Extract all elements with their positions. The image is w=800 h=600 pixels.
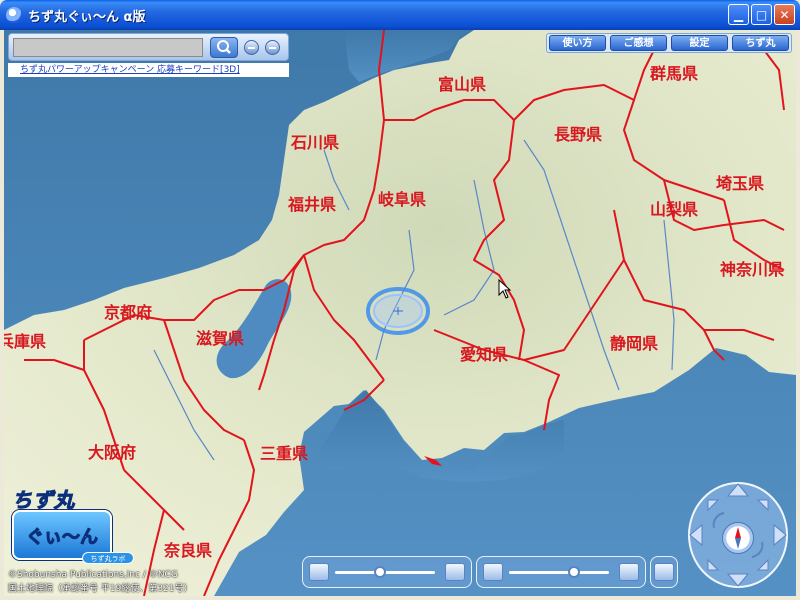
pref-label-ishikawa[interactable]: 石川県 bbox=[290, 133, 339, 152]
menu-button-feedback[interactable]: ご感想 bbox=[610, 35, 667, 51]
pan-down-right-icon[interactable] bbox=[756, 558, 769, 571]
slider-track-zoom[interactable] bbox=[509, 571, 609, 574]
credits-line-2: 国土地理院（承認番号 平19総使、第321号） bbox=[8, 584, 193, 594]
close-icon: ✕ bbox=[779, 7, 790, 22]
north-button-panel bbox=[650, 556, 678, 588]
zoom-out-button[interactable] bbox=[244, 40, 259, 55]
promo-link[interactable]: ちず丸パワーアップキャンペーン 応募キーワード[3D] bbox=[8, 63, 289, 77]
north-reset-icon[interactable] bbox=[654, 563, 674, 581]
slider-panel-tilt bbox=[302, 556, 472, 588]
zoom-in-map-icon[interactable] bbox=[483, 563, 503, 581]
menu-button-howto[interactable]: 使い方 bbox=[549, 35, 606, 51]
mouse-cursor-icon bbox=[498, 279, 512, 299]
minus-icon bbox=[248, 46, 255, 49]
pan-left-icon[interactable] bbox=[689, 523, 703, 547]
search-input[interactable] bbox=[13, 38, 203, 57]
navigation-pad bbox=[684, 478, 792, 592]
slider-thumb-zoom[interactable] bbox=[568, 566, 580, 578]
pref-label-toyama[interactable]: 富山県 bbox=[438, 75, 486, 94]
logo-text: ちず丸 bbox=[12, 488, 75, 513]
pref-label-gifu[interactable]: 岐阜県 bbox=[378, 190, 426, 209]
pref-label-saitama[interactable]: 埼玉県 bbox=[716, 174, 764, 193]
window-controls: ▁ □ ✕ bbox=[728, 4, 795, 25]
pref-label-shiga[interactable]: 滋賀県 bbox=[196, 329, 244, 348]
pref-label-osaka[interactable]: 大阪府 bbox=[88, 443, 136, 462]
compass-needle-icon bbox=[735, 527, 741, 549]
pref-label-shizuoka[interactable]: 静岡県 bbox=[610, 334, 658, 353]
title-bar[interactable]: ちず丸ぐぃ〜ん α版 ▁ □ ✕ bbox=[0, 0, 800, 30]
pan-up-left-icon[interactable] bbox=[707, 499, 720, 512]
menu-button-settings[interactable]: 設定 bbox=[671, 35, 728, 51]
pref-label-mie[interactable]: 三重県 bbox=[260, 444, 308, 463]
app-icon bbox=[6, 7, 22, 23]
magnifier-icon bbox=[217, 40, 231, 54]
pref-label-fukui[interactable]: 福井県 bbox=[287, 195, 336, 214]
pan-down-icon[interactable] bbox=[726, 573, 750, 587]
pref-label-yamanashi[interactable]: 山梨県 bbox=[650, 200, 698, 219]
pan-right-icon[interactable] bbox=[773, 523, 787, 547]
minimize-button[interactable]: ▁ bbox=[728, 4, 749, 25]
compass-icon[interactable] bbox=[722, 522, 754, 554]
logo: ちず丸 ぐぃ〜ん ちず丸ラボ bbox=[10, 480, 134, 570]
window-title: ちず丸ぐぃ〜ん α版 bbox=[28, 9, 146, 25]
pref-label-nara[interactable]: 奈良県 bbox=[163, 541, 212, 560]
menu-button-chizumaru[interactable]: ちず丸 bbox=[732, 35, 789, 51]
pan-down-left-icon[interactable] bbox=[707, 558, 720, 571]
slider-thumb-tilt[interactable] bbox=[374, 566, 386, 578]
pref-label-gunma[interactable]: 群馬県 bbox=[650, 64, 698, 83]
credits-line-1: ©Shobunsha Publications,Inc / ©NCG bbox=[8, 570, 178, 580]
map-viewport[interactable]: 富山県 群馬県 石川県 長野県 福井県 岐阜県 埼玉県 山梨県 神奈川県 京都府… bbox=[4, 30, 796, 596]
credits: ©Shobunsha Publications,Inc / ©NCG 国土地理院… bbox=[8, 568, 193, 596]
pan-up-icon[interactable] bbox=[726, 483, 750, 497]
tilt-low-icon[interactable] bbox=[309, 563, 329, 581]
logo-sub-label: ちず丸ラボ bbox=[82, 552, 134, 564]
collapse-button[interactable] bbox=[265, 40, 280, 55]
slider-panel-zoom bbox=[476, 556, 646, 588]
center-target-icon bbox=[366, 287, 430, 335]
search-button[interactable] bbox=[210, 37, 238, 58]
pref-label-kyoto[interactable]: 京都府 bbox=[104, 303, 152, 322]
pan-up-right-icon[interactable] bbox=[756, 499, 769, 512]
tilt-high-icon[interactable] bbox=[445, 563, 465, 581]
pref-label-hyogo[interactable]: 兵庫県 bbox=[4, 332, 46, 351]
pref-label-aichi[interactable]: 愛知県 bbox=[460, 345, 508, 364]
zoom-out-map-icon[interactable] bbox=[619, 563, 639, 581]
minimize-icon: ▁ bbox=[733, 7, 744, 22]
pref-label-nagano[interactable]: 長野県 bbox=[554, 125, 602, 144]
minus-icon bbox=[269, 46, 276, 49]
logo-badge-text: ぐぃ〜ん bbox=[26, 527, 98, 548]
maximize-icon: □ bbox=[755, 7, 768, 22]
pref-label-kanagawa[interactable]: 神奈川県 bbox=[720, 260, 784, 279]
search-panel bbox=[8, 33, 289, 61]
close-button[interactable]: ✕ bbox=[774, 4, 795, 25]
top-menu: 使い方 ご感想 設定 ちず丸 bbox=[546, 33, 792, 53]
maximize-button[interactable]: □ bbox=[751, 4, 772, 25]
